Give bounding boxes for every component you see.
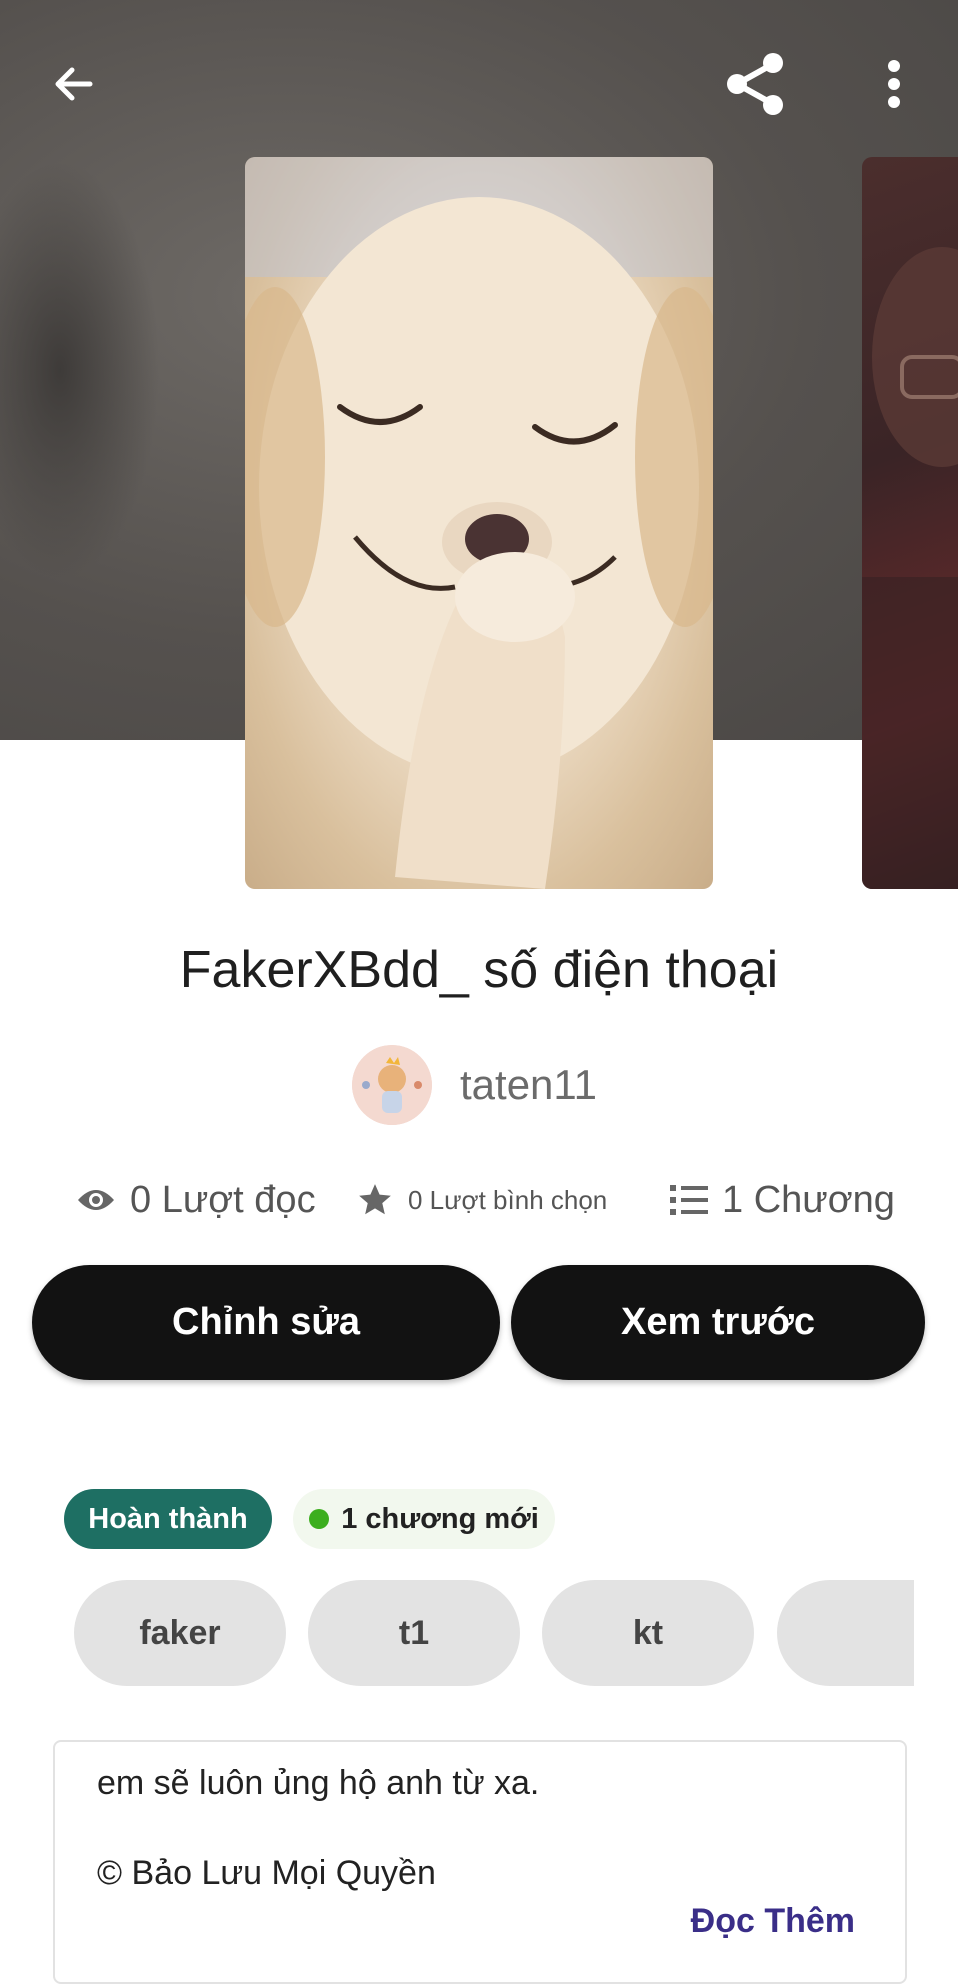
back-button[interactable] bbox=[34, 44, 114, 124]
reads-stat: 0 Lượt đọc bbox=[76, 1170, 316, 1230]
more-vertical-icon bbox=[888, 60, 900, 108]
tag-t1[interactable]: t1 bbox=[308, 1580, 520, 1686]
read-more-link[interactable]: Đọc Thêm bbox=[691, 1902, 855, 1941]
description-line: em sẽ luôn ủng hộ anh từ xa. bbox=[97, 1764, 540, 1802]
share-button[interactable] bbox=[715, 44, 795, 124]
next-story-cover[interactable] bbox=[862, 157, 958, 889]
copyright-line: © Bảo Lưu Mọi Quyền bbox=[97, 1854, 436, 1892]
chapters-stat[interactable]: 1 Chương bbox=[670, 1170, 895, 1230]
author-name: taten11 bbox=[460, 1061, 598, 1108]
eye-icon bbox=[78, 1190, 114, 1210]
new-indicator-dot bbox=[309, 1509, 330, 1529]
tag-bdd[interactable]: bdd bbox=[777, 1580, 914, 1686]
edit-button[interactable]: Chỉnh sửa bbox=[32, 1265, 500, 1380]
new-chapter-badge: 1 chương mới bbox=[293, 1489, 555, 1549]
votes-count: 0 Lượt bình chọn bbox=[408, 1184, 608, 1215]
chapters-count: 1 Chương bbox=[722, 1178, 895, 1221]
avatar bbox=[352, 1045, 432, 1125]
story-cover-image[interactable] bbox=[245, 157, 713, 889]
portrait-illustration bbox=[862, 247, 958, 889]
story-title: FakerXBdd_ số điện thoại bbox=[179, 941, 779, 999]
tag-list: faker t1 kt bdd bbox=[0, 1580, 914, 1690]
story-description: em sẽ luôn ủng hộ anh từ xa. © Bảo Lưu M… bbox=[53, 1740, 907, 1984]
tag-faker[interactable]: faker bbox=[74, 1580, 286, 1686]
share-icon bbox=[727, 53, 783, 115]
list-icon bbox=[670, 1185, 708, 1215]
author-link[interactable]: taten11 bbox=[352, 1045, 597, 1125]
arrow-left-icon bbox=[55, 67, 93, 101]
story-stats: 0 Lượt đọc 0 Lượt bình chọn 1 Chương bbox=[0, 1170, 958, 1230]
tag-kt[interactable]: kt bbox=[542, 1580, 754, 1686]
preview-button[interactable]: Xem trước bbox=[511, 1265, 925, 1380]
more-options-button[interactable] bbox=[854, 44, 934, 124]
reads-count: 0 Lượt đọc bbox=[130, 1178, 316, 1221]
status-badge: Hoàn thành bbox=[64, 1489, 272, 1549]
votes-stat: 0 Lượt bình chọn bbox=[356, 1170, 607, 1230]
puppy-illustration bbox=[245, 157, 713, 889]
star-icon bbox=[359, 1184, 391, 1215]
new-chapter-label: 1 chương mới bbox=[341, 1502, 539, 1535]
